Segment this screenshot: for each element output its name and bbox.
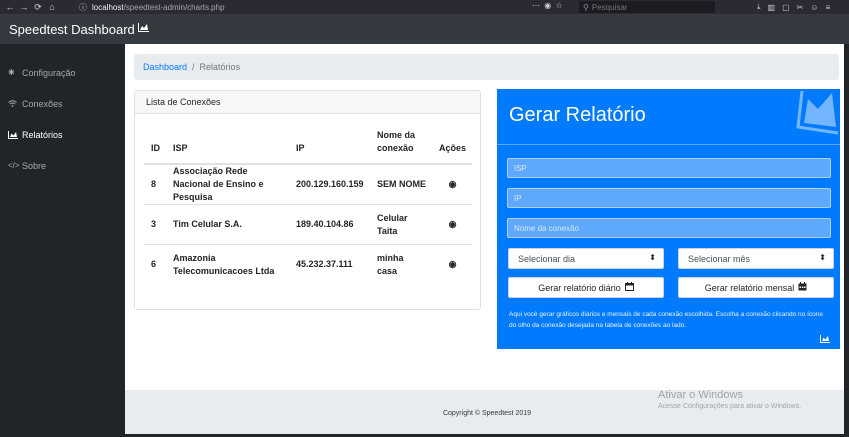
daily-report-label: Gerar relatório diário [538, 282, 621, 293]
cell-id: 8 [144, 163, 166, 205]
cell-id: 3 [144, 204, 166, 245]
column-header-actions: Ações [429, 129, 472, 165]
column-header-id: ID [144, 129, 166, 165]
sidebar-item-configuracao[interactable]: ✱ Configuração [0, 57, 125, 88]
report-help-text: Aqui você gerar gráficos diários e mensa… [509, 311, 823, 329]
day-select-value: Selecionar dia [518, 253, 576, 264]
sidebar-item-label: Conexões [22, 98, 63, 109]
column-header-isp: ISP [166, 129, 289, 165]
watermark-subtitle: Acesse Configurações para ativar o Windo… [658, 403, 802, 410]
top-navbar: Speedtest Dashboard [0, 14, 849, 44]
menu-icon[interactable]: ≡ [826, 3, 831, 12]
url-text[interactable]: localhost/speedtest-admin/charts.php [92, 3, 225, 12]
cell-actions: ◉ [429, 204, 472, 245]
sidebar-item-label: Sobre [22, 160, 47, 171]
chart-area-icon [137, 23, 149, 35]
cell-name: minha casa [370, 244, 429, 285]
more-icon[interactable]: ⋯ [532, 1, 541, 10]
ip-field[interactable] [507, 188, 831, 208]
home-icon[interactable]: ⌂ [45, 2, 59, 12]
chart-area-icon [796, 90, 839, 135]
calendar-icon [624, 282, 634, 293]
cell-id: 6 [144, 244, 166, 285]
cell-actions: ◉ [429, 163, 472, 205]
window-edge [844, 44, 849, 437]
cell-isp: Associação Rede Nacional de Ensino e Pes… [166, 163, 289, 205]
chart-area-icon [820, 335, 830, 343]
chart-area-icon [8, 130, 20, 139]
eye-icon[interactable]: ◉ [449, 219, 457, 229]
bookmark-star-icon[interactable]: ☆ [555, 1, 563, 10]
cell-name: SEM NOME [370, 163, 429, 205]
cell-ip: 45.232.37.111 [289, 244, 370, 285]
eye-icon[interactable]: ◉ [449, 179, 457, 189]
report-title: Gerar Relatório [509, 104, 646, 126]
day-select[interactable]: Selecionar dia ⬍ [508, 248, 664, 269]
browser-search[interactable]: ⚲ [579, 1, 715, 13]
search-input[interactable] [591, 2, 702, 12]
column-header-ip: IP [289, 129, 370, 165]
sidebar-item-sobre[interactable]: </> Sobre [0, 150, 125, 181]
search-icon: ⚲ [583, 2, 589, 12]
screenshot-icon[interactable]: ✂ [797, 3, 804, 12]
cell-ip: 200.129.160.159 [289, 163, 370, 205]
month-select[interactable]: Selecionar mês ⬍ [678, 248, 834, 269]
isp-field[interactable] [507, 158, 831, 178]
daily-report-button[interactable]: Gerar relatório diário [508, 277, 664, 298]
page-actions[interactable]: ⋯ ◉ ☆ [532, 1, 564, 10]
sidebar-item-label: Configuração [22, 67, 76, 78]
wifi-icon [8, 100, 20, 107]
account-icon[interactable]: ☺ [810, 3, 818, 12]
pocket-icon[interactable]: ◉ [544, 1, 552, 10]
select-arrows-icon: ⬍ [819, 253, 826, 262]
monthly-report-button[interactable]: Gerar relatório mensal [678, 277, 834, 298]
url-bar[interactable]: ⓘ localhost/speedtest-admin/charts.php [79, 0, 535, 14]
gear-icon: ✱ [8, 68, 15, 77]
sidebar-toggle-icon[interactable]: ▢ [782, 3, 790, 12]
code-icon: </> [8, 161, 20, 170]
library-icon[interactable]: ▥ [768, 3, 776, 12]
main-content: Dashboard / Relatórios Lista de Conexões… [125, 44, 849, 437]
copyright-text: Copyright © Speedtest 2019 [442, 410, 532, 417]
windows-activation-watermark: Ativar o Windows Acesse Configurações pa… [658, 389, 801, 410]
cell-ip: 189.40.104.86 [289, 204, 370, 245]
select-arrows-icon: ⬍ [649, 253, 656, 262]
breadcrumb-separator: / [192, 62, 195, 72]
browser-toolbar: ← → ⟳ ⌂ ⓘ localhost/speedtest-admin/char… [0, 0, 849, 14]
back-icon[interactable]: ← [3, 2, 17, 12]
forward-icon[interactable]: → [17, 2, 31, 12]
breadcrumb: Dashboard / Relatórios [134, 54, 839, 80]
info-icon[interactable]: ⓘ [79, 2, 87, 13]
report-panel: Gerar Relatório Selecionar dia ⬍ Selecio… [497, 89, 840, 349]
connection-name-field[interactable] [507, 218, 831, 238]
reload-icon[interactable]: ⟳ [31, 2, 45, 13]
sidebar-item-conexoes[interactable]: Conexões [0, 88, 125, 119]
sidebar-item-label: Relatórios [22, 129, 63, 140]
table-header-row: ID ISP IP Nome da conexão Ações [144, 129, 472, 165]
connections-card: Lista de Conexões ID ISP IP Nome da cone… [134, 90, 481, 310]
calendar-icon [798, 282, 807, 293]
breadcrumb-current: Relatórios [199, 62, 241, 72]
month-select-value: Selecionar mês [688, 253, 751, 264]
monthly-report-label: Gerar relatório mensal [704, 282, 795, 293]
breadcrumb-dashboard-link[interactable]: Dashboard [143, 62, 187, 72]
cell-isp: Amazonia Telecomunicacoes Ltda [166, 244, 289, 285]
sidebar: ✱ Configuração Conexões Relatórios </> S… [0, 44, 125, 437]
browser-tools: ⤓ ▥ ▢ ✂ ☺ ≡ [757, 0, 830, 14]
divider [497, 144, 840, 145]
table-row: 8 Associação Rede Nacional de Ensino e P… [144, 163, 472, 205]
eye-icon[interactable]: ◉ [449, 259, 457, 269]
sidebar-item-relatorios[interactable]: Relatórios [0, 119, 125, 150]
connections-card-title: Lista de Conexões [135, 91, 480, 114]
column-header-name: Nome da conexão [370, 129, 429, 165]
cell-actions: ◉ [429, 244, 472, 285]
connections-table: ID ISP IP Nome da conexão Ações 8 Associ… [144, 129, 472, 285]
brand-title[interactable]: Speedtest Dashboard [9, 22, 135, 37]
watermark-title: Ativar o Windows [658, 389, 743, 401]
table-row: 6 Amazonia Telecomunicacoes Ltda 45.232.… [144, 244, 472, 285]
cell-isp: Tim Celular S.A. [166, 204, 289, 245]
table-row: 3 Tim Celular S.A. 189.40.104.86 Celular… [144, 204, 472, 245]
cell-name: Celular Taita [370, 204, 429, 245]
download-icon[interactable]: ⤓ [757, 2, 761, 12]
